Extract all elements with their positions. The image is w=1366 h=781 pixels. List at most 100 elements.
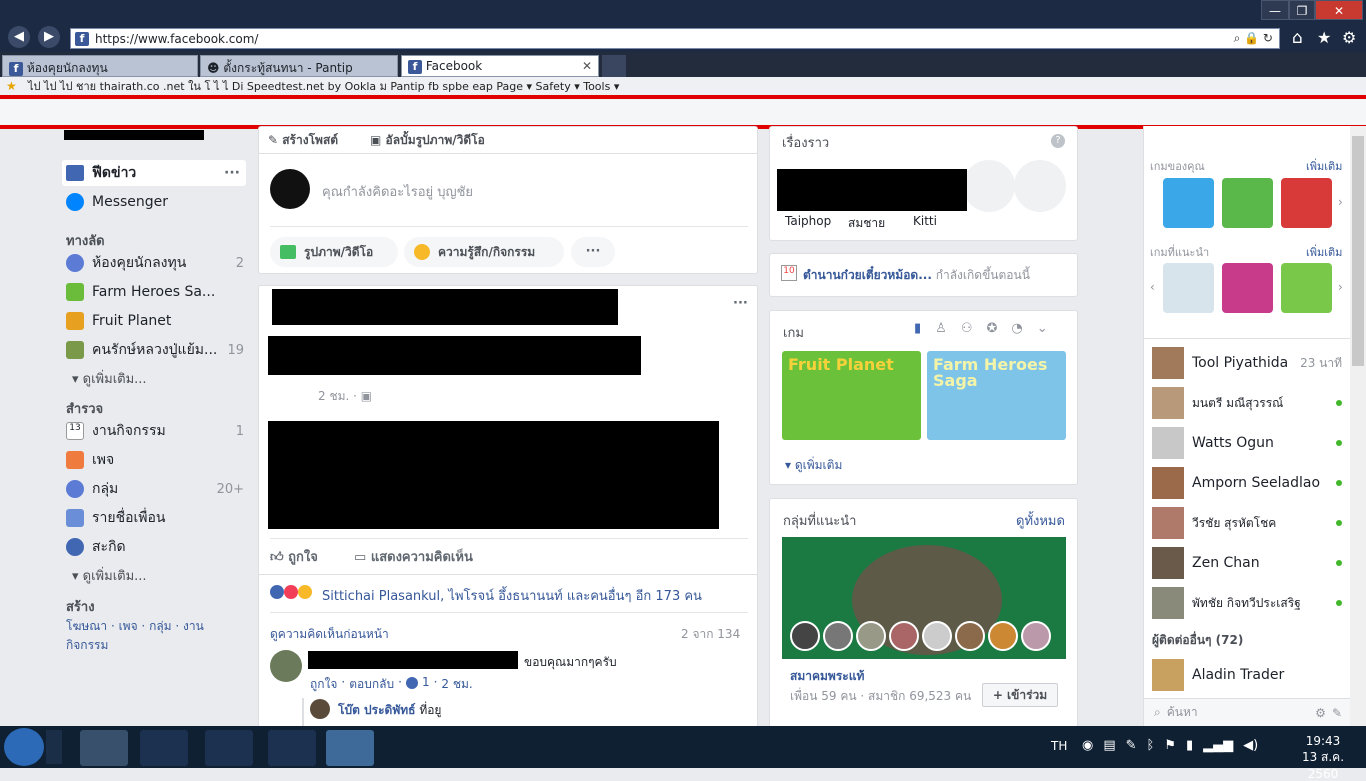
more-options-icon[interactable]: ··· [224,165,240,181]
star-icon[interactable]: ✪ [986,321,997,336]
create-links[interactable]: โฆษณา · เพจ · กลุ่ม · งานกิจกรรม [66,617,226,655]
tab-investor-room[interactable]: f ห้องคุยนักลงทุน [2,55,198,77]
tab-pantip[interactable]: ☻ ตั้งกระทู้สนทนา - Pantip [200,55,398,77]
contact-item[interactable]: Zen Chan [1152,546,1342,580]
clock[interactable]: 19:43 13 ส.ค. 2560 [1290,734,1356,781]
member-avatar[interactable] [922,621,952,651]
reaction-icons[interactable] [270,585,312,599]
page-scrollbar[interactable] [1350,126,1366,726]
reply-author[interactable]: โบ๊ต ประดิพัทธ์ [338,703,415,717]
back-icon[interactable]: ◀ [8,26,30,48]
tab-facebook[interactable]: f Facebook ✕ [401,55,599,77]
game-thumb[interactable] [1222,263,1273,313]
contact-item[interactable]: วีรชัย สุรหัตโชค [1152,506,1342,540]
app-tray-icon[interactable]: ◉ [1082,738,1093,753]
like-button[interactable]: 👍︎ ถูกใจ [270,546,318,567]
sidebar-item-events[interactable]: 13 งานกิจกรรม 1 [66,420,244,442]
game-thumb[interactable] [1163,263,1214,313]
group-name[interactable]: สมาคมพระแท้ [790,667,864,686]
scrollbar-thumb[interactable] [1352,136,1364,366]
signal-icon[interactable]: ▂▄▆ [1203,738,1233,753]
chat-search-input[interactable]: ค้นหา [1167,703,1198,722]
bookmark-icon[interactable]: ▮ [914,321,921,336]
member-avatar[interactable] [790,621,820,651]
sidebar-item-pokes[interactable]: สะกิด [66,536,244,558]
address-bar[interactable]: f https://www.facebook.com/ ⌕ 🔒 ↻ [70,28,1280,49]
start-button[interactable] [4,728,44,766]
sidebar-item-farm-heroes[interactable]: Farm Heroes Sa... [66,281,244,303]
chevron-right-icon[interactable]: › [1338,280,1343,294]
fruit-planet-game-tile[interactable]: Fruit Planet [782,351,921,440]
game-thumb[interactable] [1222,178,1273,228]
forward-icon[interactable]: ▶ [38,26,60,48]
internet-explorer-icon[interactable] [326,730,374,766]
favorites-links[interactable]: ไป ไป ไป ชาย thairath.co .net ใน โ ไ ไ D… [28,80,619,93]
bluetooth-icon[interactable]: ᛒ [1147,738,1155,753]
see-all-groups-link[interactable]: ดูทั้งหมด [1016,510,1065,531]
friends-icon[interactable]: ⚇ [961,321,973,336]
album-tab[interactable]: ▣ อัลบั้มรูปภาพ/วิดีโอ [370,131,485,150]
game-thumb[interactable] [1163,178,1214,228]
maximize-button[interactable]: ❐ [1289,0,1315,20]
chevron-down-icon[interactable]: ⌄ [1037,321,1048,336]
sidebar-item-investor-room[interactable]: ห้องคุยนักลงทุน 2 [66,252,244,274]
farm-heroes-game-tile[interactable]: Farm Heroes Saga [927,351,1066,440]
composer-input[interactable]: คุณกำลังคิดอะไรอยู่ บุญชัย [322,181,473,202]
post-timestamp[interactable]: 2 ชม. · ▣ [318,387,372,406]
close-window-button[interactable]: ✕ [1315,0,1363,20]
view-previous-comments[interactable]: ดูความคิดเห็นก่อนหน้า [270,625,389,644]
member-avatar[interactable] [988,621,1018,651]
search-lock-refresh-icon[interactable]: ⌕ 🔒 ↻ [1234,31,1273,46]
volume-icon[interactable]: ◀) [1243,738,1258,753]
story-name[interactable]: Taiphop [785,214,831,228]
games-see-more[interactable]: ▾ ดูเพิ่มเติม [785,456,842,475]
sidebar-item-pages[interactable]: เพจ [66,449,244,471]
feeling-activity-button[interactable]: ความรู้สึก/กิจกรรม [404,237,564,267]
member-avatar[interactable] [1021,621,1051,651]
sidebar-item-messenger[interactable]: Messenger [66,191,244,213]
compose-icon[interactable]: ✎ [1332,706,1342,720]
power-icon[interactable]: ▮ [1186,738,1193,753]
help-icon[interactable]: ? [1051,134,1065,148]
sidebar-item-newsfeed[interactable]: ฟีดข่าว ··· [62,160,246,186]
game-thumb[interactable] [1281,178,1332,228]
sidebar-item-luangpu-group[interactable]: คนรักษ์หลวงปู่แย้ม... 19 [66,339,244,361]
chevron-right-icon[interactable]: › [1338,195,1343,209]
file-explorer-icon[interactable] [205,730,253,766]
new-tab-button[interactable] [602,55,626,77]
reactions-summary[interactable]: Sittichai Plasankul, ไพโรจน์ อึ้งธนานนท์… [322,585,702,606]
media-player-icon[interactable] [140,730,188,766]
chrome-remote-app-icon[interactable] [80,730,128,766]
tools-tray-icon[interactable]: ✎ [1126,738,1137,753]
gear-icon[interactable]: ⚙ [1342,28,1356,47]
minimize-button[interactable]: — [1261,0,1289,20]
story-avatar[interactable] [1014,160,1066,212]
network-tray-icon[interactable]: ▤ [1103,738,1115,753]
join-group-button[interactable]: + เข้าร่วม [982,683,1058,707]
story-name[interactable]: สมชาย [848,214,885,233]
sidebar-item-groups[interactable]: กลุ่ม 20+ [66,478,244,500]
chrome-browser-icon[interactable] [268,730,316,766]
favorites-star-icon[interactable]: ★ [6,79,17,93]
member-avatar[interactable] [889,621,919,651]
post-options-icon[interactable]: ··· [733,296,748,311]
contact-item[interactable]: Aladin Trader [1152,658,1342,692]
suggested-games-more-link[interactable]: เพิ่มเติม [1306,243,1342,261]
create-post-tab[interactable]: ✎ สร้างโพสต์ [268,131,338,150]
comment-reply-link[interactable]: ตอบกลับ [349,675,394,694]
reply-avatar[interactable] [310,699,330,719]
contact-item[interactable]: Watts Ogun [1152,426,1342,460]
favorites-star-icon[interactable]: ★ [1317,28,1331,47]
sidebar-item-friend-lists[interactable]: รายชื่อเพื่อน [66,507,244,529]
comment-button[interactable]: ▭ แสดงความคิดเห็น [354,546,473,567]
gear-icon[interactable]: ⚙ [1315,706,1326,720]
chat-search-bar[interactable]: ⌕ ค้นหา ⚙ ✎ [1144,698,1350,726]
photo-video-button[interactable]: รูปภาพ/วิดีโอ [270,237,398,267]
game-thumb[interactable] [1281,263,1332,313]
comment-like-link[interactable]: ถูกใจ [310,675,337,694]
contact-item[interactable]: มนตรี มณีสุวรรณ์ [1152,386,1342,420]
contact-item[interactable]: พัทชัย กิจทวีประเสริฐ [1152,586,1342,620]
composer-more-button[interactable]: ··· [571,237,615,267]
sidebar-item-fruit-planet[interactable]: Fruit Planet [66,310,244,332]
member-avatar[interactable] [823,621,853,651]
